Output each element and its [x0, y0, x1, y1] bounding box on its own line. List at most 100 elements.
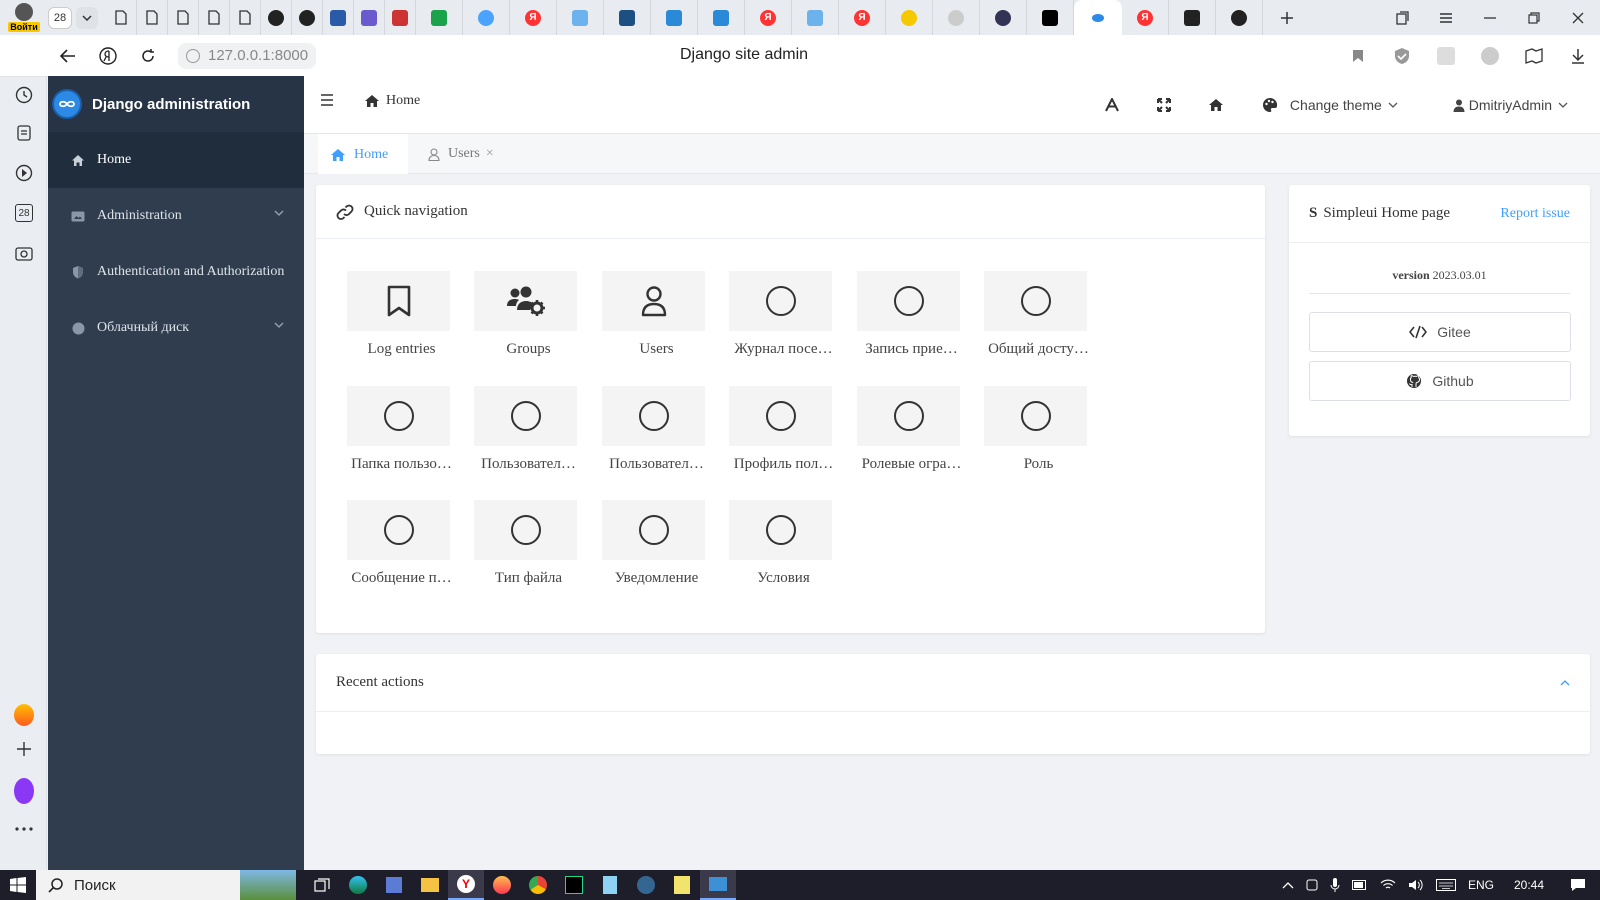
alice-button[interactable] — [14, 778, 34, 804]
browser-tab[interactable] — [354, 0, 385, 35]
taskbar-app[interactable] — [592, 870, 628, 900]
browser-tab[interactable] — [106, 0, 137, 35]
add-panel-button[interactable] — [14, 739, 34, 759]
quick-nav-tile[interactable]: Роль — [984, 386, 1089, 486]
tray-battery-button[interactable] — [1351, 880, 1368, 890]
tab-home[interactable]: Home — [318, 134, 408, 174]
sidebar-item-administration[interactable]: Administration — [48, 188, 304, 244]
browser-tab[interactable] — [980, 0, 1027, 35]
quick-nav-tile[interactable]: Условия — [729, 500, 834, 600]
browser-tab[interactable] — [1216, 0, 1263, 35]
home-button[interactable] — [1190, 98, 1242, 112]
reload-button[interactable] — [128, 48, 168, 64]
taskbar-app-pycharm[interactable] — [556, 870, 592, 900]
new-tab-button[interactable] — [1263, 0, 1310, 35]
tab-close-icon[interactable]: × — [486, 146, 494, 162]
profile-button[interactable]: Войти — [0, 0, 48, 35]
history-button[interactable] — [14, 45, 34, 65]
collections-button[interactable] — [1512, 48, 1556, 64]
start-button[interactable] — [0, 870, 36, 900]
browser-tab[interactable]: Я — [510, 0, 557, 35]
quick-nav-tile[interactable]: Уведомление — [602, 500, 707, 600]
browser-tab[interactable]: Я — [839, 0, 886, 35]
taskbar-app-firefox[interactable] — [484, 870, 520, 900]
browser-tab[interactable] — [230, 0, 261, 35]
tab-users[interactable]: Users × — [422, 134, 494, 174]
report-issue-link[interactable]: Report issue — [1500, 206, 1570, 222]
sidebar-item-home[interactable]: Home — [48, 132, 304, 188]
quick-nav-tile[interactable]: Groups — [474, 271, 579, 371]
quick-nav-tile[interactable]: Профиль пол… — [729, 386, 834, 486]
extension-button[interactable] — [1468, 47, 1512, 65]
browser-tab[interactable] — [137, 0, 168, 35]
tray-volume-button[interactable] — [1408, 879, 1424, 891]
taskbar-app-yandex[interactable]: Y — [448, 870, 484, 900]
browser-tab[interactable] — [416, 0, 463, 35]
sidebar-brand[interactable]: Django administration — [48, 76, 304, 132]
protect-button[interactable] — [1380, 47, 1424, 65]
browser-tab[interactable] — [168, 0, 199, 35]
sidebar-item-cloud-disk[interactable]: Облачный диск — [48, 300, 304, 356]
quick-nav-tile[interactable]: Сообщение п… — [347, 500, 452, 600]
chevron-up-icon[interactable] — [1560, 680, 1570, 686]
browser-tab[interactable] — [1169, 0, 1216, 35]
browser-tab[interactable] — [385, 0, 416, 35]
menu-button[interactable] — [1424, 12, 1468, 24]
yandex-button[interactable] — [88, 46, 128, 65]
taskbar-app-chrome[interactable] — [520, 870, 556, 900]
quick-nav-tile[interactable]: Пользовател… — [602, 386, 707, 486]
browser-tab[interactable] — [292, 0, 323, 35]
tab-count-badge[interactable]: 28 — [48, 6, 72, 29]
quick-nav-tile[interactable]: Запись прие… — [857, 271, 962, 371]
browser-tab[interactable] — [323, 0, 354, 35]
browser-tab[interactable] — [261, 0, 292, 35]
tab-list-dropdown[interactable] — [76, 6, 98, 29]
browser-tab[interactable] — [792, 0, 839, 35]
sidebar-item-auth[interactable]: Authentication and Authorization — [48, 244, 304, 300]
gitee-button[interactable]: Gitee — [1309, 312, 1571, 352]
quick-nav-tile[interactable]: Папка пользо… — [347, 386, 452, 486]
quick-nav-tile[interactable]: Тип файла — [474, 500, 579, 600]
notifications-button[interactable] — [1570, 878, 1586, 892]
quick-nav-tile[interactable]: Log entries — [347, 271, 452, 371]
tray-meet-button[interactable] — [1306, 878, 1318, 892]
change-theme-dropdown[interactable]: Change theme — [1262, 97, 1398, 113]
calendar-button[interactable]: 28 — [14, 203, 34, 223]
screenshot-button[interactable] — [14, 243, 34, 263]
minimize-button[interactable] — [1468, 16, 1512, 19]
task-view-button[interactable] — [304, 870, 340, 900]
browser-tab-active[interactable] — [1074, 0, 1122, 35]
quick-nav-tile[interactable]: Пользовател… — [474, 386, 579, 486]
back-button[interactable] — [48, 48, 88, 63]
browser-tab[interactable] — [604, 0, 651, 35]
browser-tab[interactable] — [933, 0, 980, 35]
quick-nav-tile[interactable]: Users — [602, 271, 707, 371]
tray-language[interactable]: ENG — [1468, 878, 1494, 892]
video-button[interactable] — [14, 163, 34, 183]
browser-tab[interactable] — [886, 0, 933, 35]
taskbar-app-explorer[interactable] — [412, 870, 448, 900]
collections-button[interactable] — [1380, 10, 1424, 25]
browser-tab[interactable] — [651, 0, 698, 35]
bookmark-button[interactable] — [1336, 49, 1380, 63]
github-button[interactable]: Github — [1309, 361, 1571, 401]
browser-tab[interactable] — [463, 0, 510, 35]
browser-tab[interactable] — [1027, 0, 1074, 35]
taskbar-search[interactable]: Поиск — [36, 870, 296, 900]
tray-mic-button[interactable] — [1330, 878, 1340, 892]
downloads-button[interactable] — [1556, 48, 1600, 64]
tray-overflow-button[interactable] — [1282, 881, 1294, 889]
history-button[interactable] — [14, 85, 34, 105]
fullscreen-button[interactable] — [1138, 98, 1190, 112]
browser-tab[interactable] — [557, 0, 604, 35]
tray-clock[interactable]: 20:44 — [1514, 878, 1544, 892]
more-button[interactable] — [14, 819, 34, 839]
tray-keyboard-button[interactable] — [1435, 879, 1456, 891]
quick-nav-tile[interactable]: Журнал посе… — [729, 271, 834, 371]
taskbar-app[interactable] — [664, 870, 700, 900]
taskbar-app[interactable] — [700, 870, 736, 900]
close-window-button[interactable] — [1556, 12, 1600, 24]
quick-nav-tile[interactable]: Ролевые огра… — [857, 386, 962, 486]
taskbar-app-edge[interactable] — [340, 870, 376, 900]
taskbar-app-pgadmin[interactable] — [628, 870, 664, 900]
